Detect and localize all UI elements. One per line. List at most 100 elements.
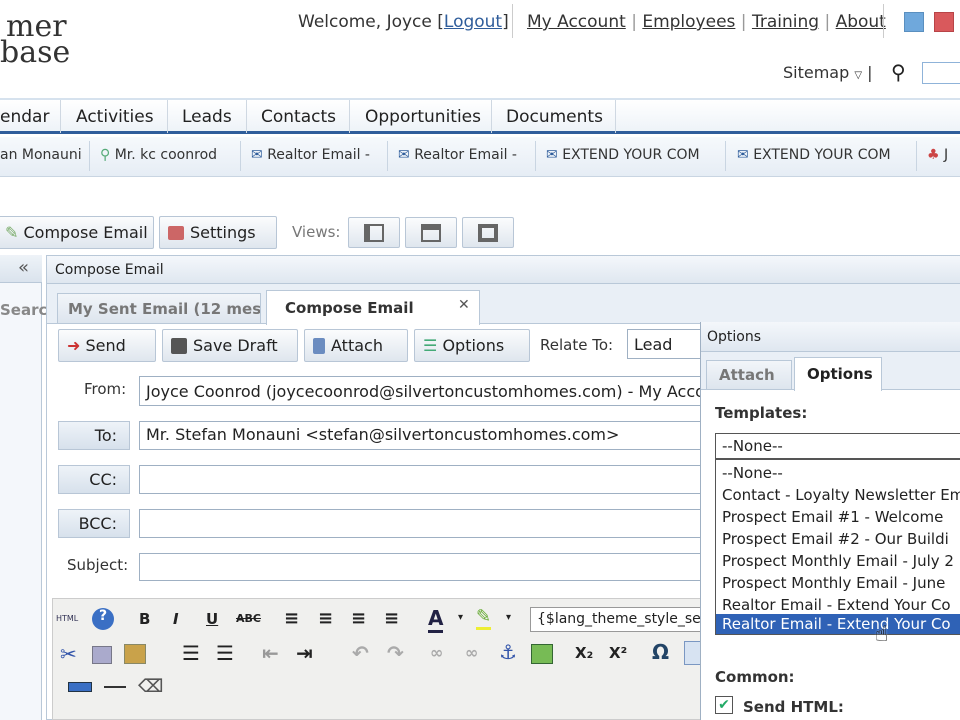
- relate-to-select[interactable]: Lead: [627, 329, 702, 359]
- compose-email-button[interactable]: ✎ Compose Email: [0, 216, 154, 249]
- unlink-icon[interactable]: ∞: [465, 643, 478, 662]
- align-justify-icon[interactable]: ≡: [384, 608, 399, 629]
- attach-button[interactable]: Attach: [304, 329, 408, 362]
- numbered-list-icon[interactable]: ☰: [216, 641, 234, 665]
- font-color-icon[interactable]: A: [428, 606, 444, 633]
- cut-icon[interactable]: ✂: [60, 642, 77, 666]
- eraser-icon[interactable]: ⌫: [138, 676, 163, 697]
- tab-compose-email[interactable]: Compose Email ✕: [266, 290, 480, 325]
- recent-item[interactable]: ✉ Realtor Email -: [398, 147, 517, 163]
- options-tab-options[interactable]: Options: [794, 357, 882, 391]
- align-center-icon[interactable]: ≡: [318, 608, 333, 629]
- search-icon[interactable]: ⚲: [891, 60, 906, 84]
- template-option[interactable]: Prospect Email #1 - Welcome: [716, 508, 960, 529]
- view-split-vertical-button[interactable]: [348, 217, 400, 248]
- image-icon[interactable]: [531, 644, 553, 664]
- highlight-icon[interactable]: ✎: [476, 606, 492, 630]
- style-select[interactable]: {$lang_theme_style_sel: [530, 607, 702, 632]
- collapse-icon[interactable]: «: [18, 257, 29, 278]
- align-right-icon[interactable]: ≡: [351, 608, 366, 629]
- bold-icon[interactable]: B: [139, 610, 150, 628]
- superscript-icon[interactable]: X²: [609, 644, 627, 662]
- main-nav: endar Activities Leads Contacts Opportun…: [0, 98, 960, 134]
- template-option[interactable]: Prospect Monthly Email - July 2: [716, 552, 960, 573]
- nav-documents[interactable]: Documents: [506, 107, 603, 127]
- tab-my-sent-email[interactable]: My Sent Email (12 mes: [57, 293, 261, 324]
- theme-red-swatch[interactable]: [934, 12, 954, 32]
- sitemap-link[interactable]: Sitemap ▽ |: [783, 63, 873, 82]
- training-link[interactable]: Training: [752, 12, 819, 32]
- chevron-down-icon[interactable]: ▾: [506, 612, 511, 623]
- search-tab[interactable]: Searc: [0, 301, 47, 319]
- email-icon: ✉: [251, 147, 263, 163]
- nav-activities[interactable]: Activities: [76, 107, 154, 127]
- template-option[interactable]: Contact - Loyalty Newsletter Em: [716, 486, 960, 507]
- my-account-link[interactable]: My Account: [527, 12, 626, 32]
- divider: [512, 4, 513, 38]
- help-icon[interactable]: ?: [92, 608, 114, 630]
- send-button[interactable]: ➜ Send: [58, 329, 156, 362]
- line-icon[interactable]: [104, 686, 126, 688]
- logout-link[interactable]: Logout: [444, 12, 502, 32]
- nav-opportunities[interactable]: Opportunities: [365, 107, 481, 127]
- options-panel-title: Options: [707, 329, 762, 345]
- template-option[interactable]: --None--: [716, 464, 960, 485]
- save-draft-button[interactable]: Save Draft: [162, 329, 298, 362]
- settings-button[interactable]: Settings: [159, 216, 277, 249]
- cc-field[interactable]: [139, 465, 702, 494]
- copy-icon[interactable]: [92, 646, 112, 664]
- chevron-down-icon[interactable]: ▾: [458, 612, 463, 623]
- template-option[interactable]: Prospect Email #2 - Our Buildi: [716, 530, 960, 551]
- about-link[interactable]: About: [836, 12, 886, 32]
- recent-item[interactable]: ✉ Realtor Email -: [251, 147, 370, 163]
- template-option-selected[interactable]: Realtor Email - Extend Your Co: [716, 614, 960, 634]
- to-button[interactable]: To:: [58, 421, 130, 450]
- employees-link[interactable]: Employees: [642, 12, 735, 32]
- html-source-icon[interactable]: HTML: [56, 614, 78, 623]
- strikethrough-icon[interactable]: ABC: [236, 612, 261, 625]
- bullet-list-icon[interactable]: ☰: [182, 641, 200, 665]
- indent-icon[interactable]: ⇥: [296, 641, 313, 665]
- welcome-text: Welcome, Joyce [Logout]: [298, 12, 509, 32]
- recent-item[interactable]: ✉ EXTEND YOUR COM: [546, 147, 700, 163]
- to-field[interactable]: Mr. Stefan Monauni <stefan@silvertoncust…: [139, 421, 702, 450]
- options-button[interactable]: ☰ Options: [414, 329, 530, 362]
- recent-item[interactable]: an Monauni: [0, 147, 82, 163]
- app-root: mer base Welcome, Joyce [Logout] My Acco…: [0, 0, 960, 720]
- recent-item[interactable]: ⚲ Mr. kc coonrod: [100, 147, 217, 163]
- underline-icon[interactable]: U: [206, 610, 218, 628]
- view-full-button[interactable]: [462, 217, 514, 248]
- italic-icon[interactable]: I: [173, 610, 179, 628]
- close-icon[interactable]: ✕: [458, 297, 470, 313]
- recent-item[interactable]: ♣ J: [927, 147, 948, 163]
- align-left-icon[interactable]: ≡: [284, 608, 299, 629]
- template-option[interactable]: Prospect Monthly Email - June: [716, 574, 960, 595]
- search-input[interactable]: [922, 62, 960, 84]
- bcc-button[interactable]: BCC:: [58, 509, 130, 538]
- link-icon[interactable]: ∞: [430, 643, 443, 662]
- email-icon: ✉: [546, 147, 558, 163]
- paste-icon[interactable]: [124, 644, 146, 664]
- templates-label: Templates:: [715, 404, 808, 422]
- redo-icon[interactable]: ↷: [387, 641, 404, 665]
- anchor-icon[interactable]: ⚓: [499, 640, 517, 664]
- send-html-checkbox[interactable]: ✔: [715, 696, 733, 714]
- subject-field[interactable]: [139, 553, 702, 581]
- cc-button[interactable]: CC:: [58, 465, 130, 494]
- options-tab-attach[interactable]: Attach: [706, 360, 792, 390]
- outdent-icon[interactable]: ⇤: [262, 641, 279, 665]
- recent-item[interactable]: ✉ EXTEND YOUR COM: [737, 147, 891, 163]
- bcc-field[interactable]: [139, 509, 702, 538]
- logo[interactable]: mer base: [0, 10, 70, 70]
- templates-select[interactable]: --None--: [715, 433, 960, 459]
- horizontal-rule-icon[interactable]: [68, 682, 92, 692]
- nav-calendar[interactable]: endar: [0, 107, 49, 127]
- from-field[interactable]: Joyce Coonrod (joycecoonrod@silvertoncus…: [139, 376, 702, 406]
- special-char-icon[interactable]: Ω: [652, 640, 669, 664]
- undo-icon[interactable]: ↶: [352, 641, 369, 665]
- nav-leads[interactable]: Leads: [182, 107, 232, 127]
- subscript-icon[interactable]: X₂: [575, 644, 593, 662]
- theme-blue-swatch[interactable]: [904, 12, 924, 32]
- nav-contacts[interactable]: Contacts: [261, 107, 336, 127]
- view-split-horizontal-button[interactable]: [405, 217, 457, 248]
